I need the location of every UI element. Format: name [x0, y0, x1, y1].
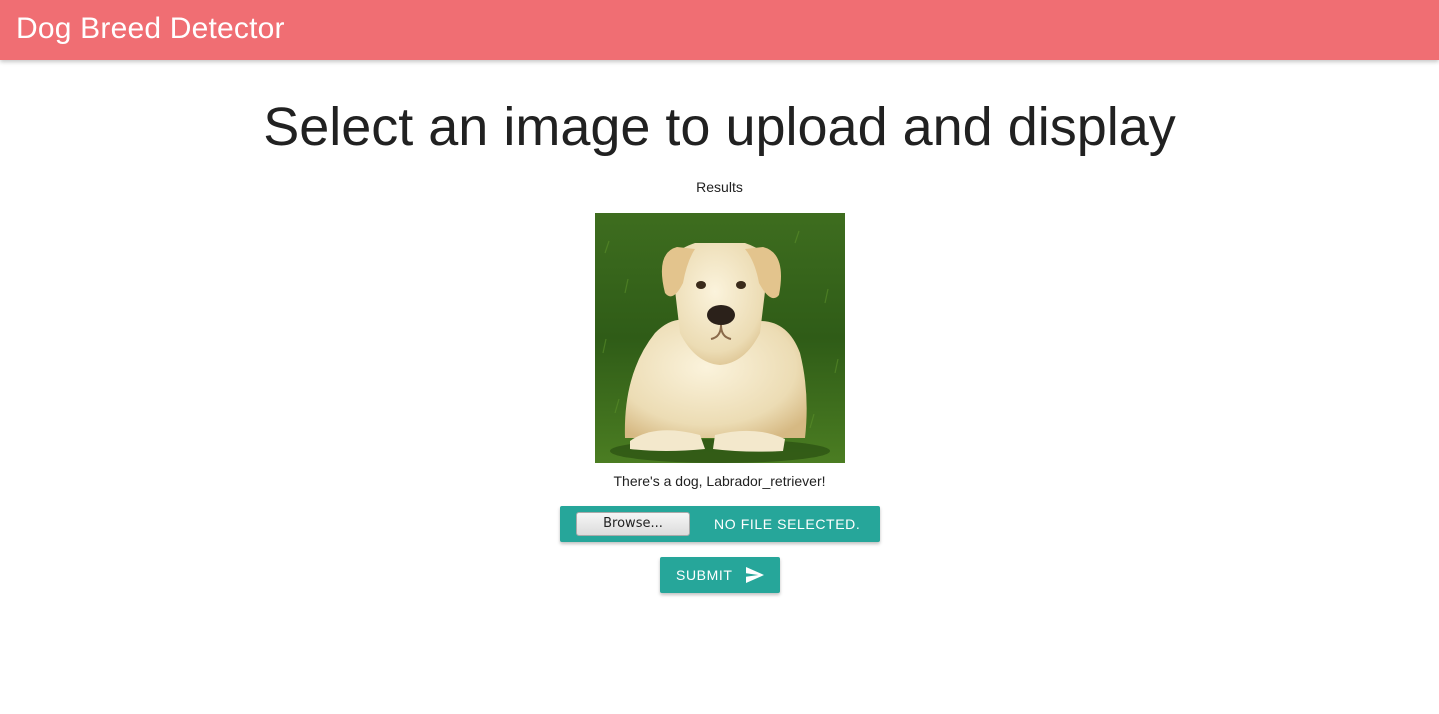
prediction-result: There's a dog, Labrador_retriever!	[613, 473, 826, 489]
app-title[interactable]: Dog Breed Detector	[16, 10, 285, 48]
submit-label: SUBMIT	[676, 567, 733, 583]
send-icon	[746, 567, 764, 583]
file-input[interactable]: Browse... NO FILE SELECTED.	[560, 506, 880, 542]
results-label: Results	[696, 179, 743, 195]
browse-button[interactable]: Browse...	[576, 512, 690, 536]
uploaded-dog-image	[595, 213, 845, 463]
file-status-text: NO FILE SELECTED.	[714, 516, 861, 532]
page-title: Select an image to upload and display	[263, 97, 1176, 157]
dog-photo-illustration	[595, 213, 845, 463]
top-navbar: Dog Breed Detector	[0, 0, 1439, 60]
submit-button[interactable]: SUBMIT	[660, 557, 780, 593]
